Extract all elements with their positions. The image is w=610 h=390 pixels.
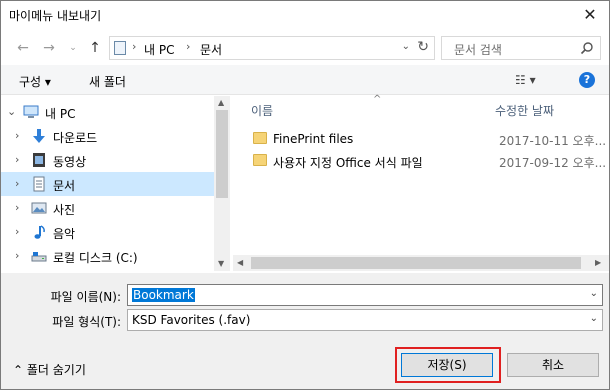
address-dropdown-icon[interactable]: ⌄ xyxy=(402,41,410,52)
scroll-up-arrow-icon[interactable]: ▲ xyxy=(218,98,224,107)
new-folder-button[interactable]: 새 폴더 xyxy=(89,73,126,90)
chevron-down-icon[interactable]: ⌄ xyxy=(590,313,598,324)
chevron-right-icon[interactable]: › xyxy=(15,225,19,238)
scroll-right-arrow-icon[interactable]: ▶ xyxy=(595,258,601,267)
hide-folders-label: 폴더 숨기기 xyxy=(26,363,86,377)
folder-icon xyxy=(253,132,267,144)
filename-value: Bookmark xyxy=(132,288,195,302)
filetype-value: KSD Favorites (.fav) xyxy=(132,313,251,327)
file-name: 사용자 지정 Office 서식 파일 xyxy=(273,156,423,170)
filetype-select[interactable]: KSD Favorites (.fav) ⌄ xyxy=(127,309,603,331)
chevron-right-icon[interactable]: › xyxy=(15,153,19,166)
cancel-button[interactable]: 취소 xyxy=(507,353,599,377)
filename-label: 파일 이름(N): xyxy=(50,290,121,304)
breadcrumb-documents[interactable]: 문서 xyxy=(200,41,222,58)
chevron-down-icon[interactable]: ⌄ xyxy=(590,288,598,299)
nav-label: 동영상 xyxy=(53,155,87,169)
nav-item-documents[interactable]: › 문서 xyxy=(1,172,214,196)
chevron-right-icon[interactable]: › xyxy=(15,249,19,262)
nav-item-local-disk[interactable]: › 로컬 디스크 (C:) xyxy=(1,244,214,268)
music-note-icon xyxy=(34,225,45,239)
picture-icon xyxy=(31,202,47,214)
folder-location-icon xyxy=(114,41,126,55)
nav-item-pictures[interactable]: › 사진 xyxy=(1,196,214,220)
title-bar: 마이메뉴 내보내기 ✕ xyxy=(1,1,609,31)
filename-field[interactable]: Bookmark ⌄ xyxy=(127,284,603,306)
nav-label: 다운로드 xyxy=(53,131,98,145)
view-options-icon[interactable]: ☷ ▾ xyxy=(515,73,536,87)
chevron-right-icon[interactable]: › xyxy=(15,177,19,190)
file-date: 2017-10-11 오후... xyxy=(499,134,607,148)
save-dialog: 마이메뉴 내보내기 ✕ ← → ⌄ ↑ › 내 PC › 문서 ⌄ ↻ 문서 검… xyxy=(0,0,610,390)
video-icon xyxy=(33,153,45,167)
download-arrow-icon xyxy=(33,129,45,143)
hide-folders-button[interactable]: ⌃ 폴더 숨기기 xyxy=(13,361,86,378)
nav-label: 사진 xyxy=(53,203,76,217)
breadcrumb-separator-icon[interactable]: › xyxy=(186,40,190,53)
refresh-icon[interactable]: ↻ xyxy=(417,39,429,55)
chevron-down-icon[interactable]: ⌄ xyxy=(7,105,16,118)
computer-icon xyxy=(23,105,39,118)
chevron-up-icon: ⌃ xyxy=(13,363,27,377)
nav-label: 로컬 디스크 (C:) xyxy=(53,251,138,265)
help-icon[interactable]: ? xyxy=(579,72,595,88)
folder-icon xyxy=(253,154,267,166)
command-bar: 구성 ▾ 새 폴더 ☷ ▾ ? xyxy=(1,65,609,95)
navigation-pane: ⌄ 내 PC › 다운로드 › 동영상 › 문서 › 사진 › 음악 › 로컬 … xyxy=(1,96,230,271)
document-icon xyxy=(33,176,45,192)
address-bar[interactable]: › 내 PC › 문서 ⌄ ↻ xyxy=(109,36,435,60)
nav-label: 내 PC xyxy=(45,107,76,121)
nav-label: 문서 xyxy=(53,179,76,193)
file-name: FinePrint files xyxy=(273,132,354,146)
search-placeholder: 문서 검색 xyxy=(454,43,502,57)
search-icon[interactable] xyxy=(580,41,594,55)
highlight-box xyxy=(395,347,501,383)
address-row: ← → ⌄ ↑ › 내 PC › 문서 ⌄ ↻ 문서 검색 xyxy=(1,35,609,61)
nav-item-downloads[interactable]: › 다운로드 xyxy=(1,124,214,148)
disk-icon xyxy=(31,252,47,262)
file-row[interactable]: 사용자 지정 Office 서식 파일 2017-09-12 오후... xyxy=(233,150,609,172)
back-arrow-icon[interactable]: ← xyxy=(13,38,33,58)
nav-item-music[interactable]: › 음악 xyxy=(1,220,214,244)
scrollbar-thumb[interactable] xyxy=(216,110,228,198)
dialog-title: 마이메뉴 내보내기 xyxy=(9,9,102,23)
scrollbar-thumb[interactable] xyxy=(251,257,581,269)
breadcrumb-this-pc[interactable]: 내 PC xyxy=(144,41,174,58)
column-header-modified[interactable]: 수정한 날짜 xyxy=(495,102,554,119)
nav-item-videos[interactable]: › 동영상 xyxy=(1,148,214,172)
nav-scrollbar[interactable]: ▲ ▼ xyxy=(214,96,230,271)
forward-arrow-icon[interactable]: → xyxy=(39,38,59,58)
horizontal-scrollbar[interactable]: ◀ ▶ xyxy=(233,255,609,271)
scroll-left-arrow-icon[interactable]: ◀ xyxy=(237,258,243,267)
filetype-label: 파일 형식(T): xyxy=(52,315,121,329)
sort-ascending-icon: ^ xyxy=(373,94,382,105)
organize-button[interactable]: 구성 ▾ xyxy=(19,73,51,90)
file-list: 이름 ^ 수정한 날짜 FinePrint files 2017-10-11 오… xyxy=(233,94,609,271)
column-header-name[interactable]: 이름 xyxy=(251,102,273,119)
save-form: 파일 이름(N): Bookmark ⌄ 파일 형식(T): KSD Favor… xyxy=(1,273,609,389)
breadcrumb-separator-icon[interactable]: › xyxy=(132,40,136,53)
nav-label: 음악 xyxy=(53,227,76,241)
file-row[interactable]: FinePrint files 2017-10-11 오후... xyxy=(233,128,609,150)
close-icon[interactable]: ✕ xyxy=(575,3,605,27)
search-input[interactable]: 문서 검색 xyxy=(441,36,601,60)
recent-locations-chevron-icon[interactable]: ⌄ xyxy=(63,38,83,58)
chevron-right-icon[interactable]: › xyxy=(15,201,19,214)
scroll-down-arrow-icon[interactable]: ▼ xyxy=(218,259,224,268)
chevron-right-icon[interactable]: › xyxy=(15,129,19,142)
up-arrow-icon[interactable]: ↑ xyxy=(85,38,105,58)
nav-item-this-pc[interactable]: ⌄ 내 PC xyxy=(1,100,214,124)
file-date: 2017-09-12 오후... xyxy=(499,156,607,170)
